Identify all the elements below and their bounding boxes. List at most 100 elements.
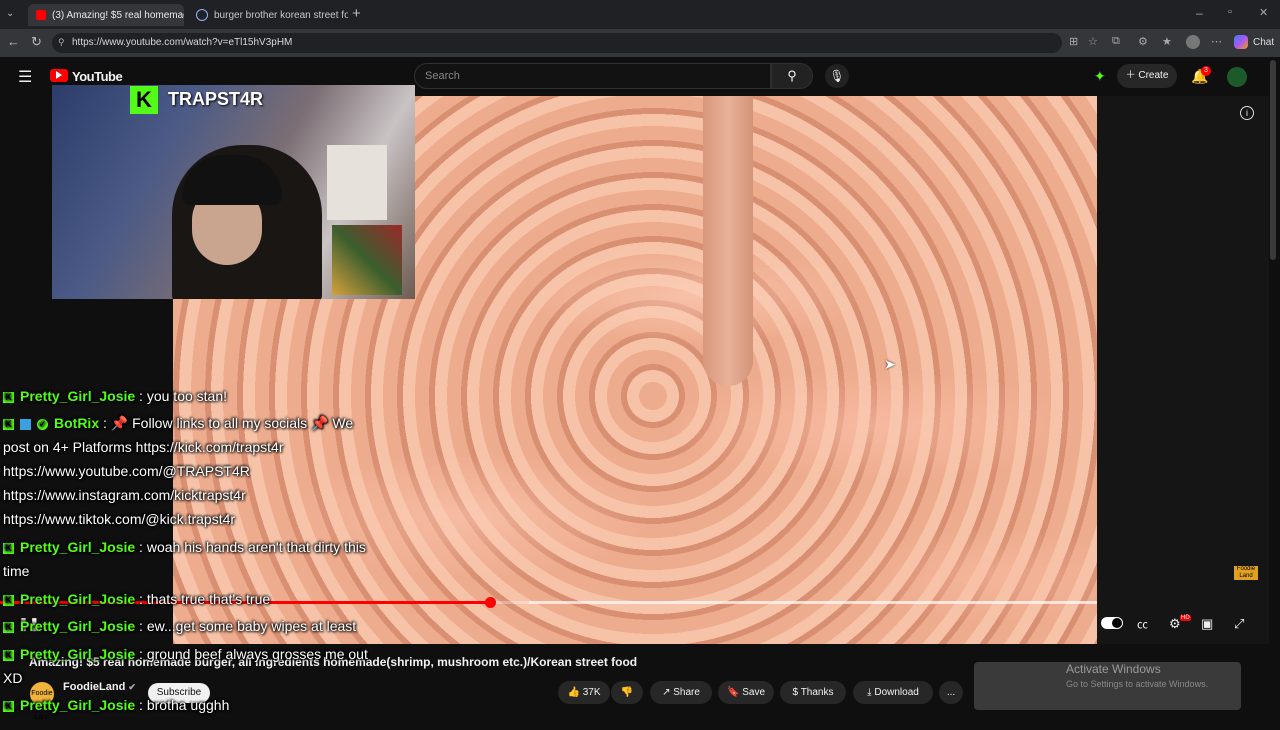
chat-message: post on 4+ Platforms https://kick.com/tr… (3, 439, 284, 455)
streamer-name: TRAPST4R (168, 89, 264, 109)
thanks-label: Thanks (800, 687, 834, 698)
search-button[interactable]: ⚲ (771, 63, 813, 89)
page-scrollbar[interactable] (1270, 60, 1276, 260)
captions-icon[interactable]: ㏄ (1137, 616, 1148, 632)
chat-separator: : (135, 697, 147, 713)
chat-username: Pretty_Girl_Josie (20, 591, 136, 607)
kick-badge-icon: K (3, 418, 14, 430)
microphone-icon: 🎙 (829, 69, 845, 83)
more-actions-button[interactable]: ... (939, 681, 963, 704)
thanks-icon: $ (792, 687, 801, 698)
activate-windows-subtitle: Go to Settings to activate Windows. (1066, 679, 1209, 689)
profile-avatar[interactable] (1186, 35, 1200, 49)
chat-username: Pretty_Girl_Josie (20, 697, 136, 713)
close-window-icon[interactable]: ✕ (1259, 6, 1268, 19)
chat-message: you too stan! (146, 388, 228, 404)
fullscreen-icon[interactable]: ⤢ (1234, 616, 1244, 632)
search-input[interactable]: Search (414, 63, 771, 89)
chat-username: Pretty_Girl_Josie (20, 646, 136, 662)
chat-line: K Pretty_Girl_Josie : thats true that's t… (3, 591, 270, 607)
download-button[interactable]: ⤓ Download (853, 681, 933, 704)
plus-icon: ＋ (1125, 70, 1139, 81)
channel-name[interactable]: FoodieLand ✔ (63, 681, 136, 693)
channel-name-label: FoodieLand (63, 681, 126, 693)
download-label: Download (874, 687, 919, 698)
chat-message: ew...get some baby wipes at least (146, 618, 357, 634)
url-field[interactable]: https://www.youtube.com/watch?v=eTl15hV3… (52, 33, 1062, 53)
chat-separator: : (135, 388, 147, 404)
search-tab-icon (196, 9, 208, 21)
hd-badge: HD (1180, 615, 1191, 621)
more-menu-icon[interactable]: ⋯ (1211, 35, 1222, 48)
save-button[interactable]: 🔖 Save (718, 681, 774, 704)
chat-username: Pretty_Girl_Josie (20, 388, 136, 404)
webcam-poster (327, 145, 387, 220)
webcam-overlay (52, 85, 415, 299)
channel-watermark[interactable]: Foodie Land (1234, 566, 1258, 580)
kick-badge-icon: K (3, 391, 14, 403)
chat-line: K Pretty_Girl_Josie : you too stan! (3, 388, 227, 404)
info-icon[interactable]: i (1240, 106, 1254, 120)
tab-search-chevron-icon[interactable]: ⌄ (6, 8, 14, 19)
hamburger-menu-icon[interactable]: ☰ (18, 67, 32, 87)
youtube-logo-text[interactable]: YouTube (72, 69, 123, 84)
favorites-icon[interactable]: ★ (1162, 35, 1172, 48)
chat-message: woah his hands aren't that dirty this (146, 539, 366, 555)
mouse-cursor-icon: ➤ (884, 356, 896, 372)
dislike-button[interactable]: 👎 (611, 681, 643, 704)
chat-message: brotha ugghh (146, 697, 230, 713)
tab-youtube-label: (3) Amazing! $5 real homemade (52, 9, 184, 21)
settings-gear-icon[interactable]: ⚙ (1169, 616, 1181, 632)
activate-windows-title: Activate Windows (1066, 662, 1161, 676)
app-icon[interactable]: ⊞ (1069, 35, 1078, 48)
create-button[interactable]: ＋ Create (1117, 64, 1177, 88)
miniplayer-icon[interactable]: ▣ (1201, 616, 1213, 632)
chat-separator: : (135, 618, 147, 634)
account-avatar[interactable] (1227, 67, 1247, 87)
chat-message: https://www.tiktok.com/@kick.trapst4r (3, 511, 236, 527)
reload-icon[interactable]: ↻ (31, 34, 42, 50)
play-triangle-icon (56, 71, 62, 79)
extensions-icon[interactable]: ⧉ (1112, 35, 1120, 48)
verified-check-icon: ✔ (128, 682, 136, 692)
create-label: Create (1138, 70, 1169, 81)
chat-message: https://www.instagram.com/kicktrapst4r (3, 487, 246, 503)
site-info-icon[interactable]: ⚲ (58, 37, 65, 48)
autoplay-toggle[interactable] (1101, 617, 1123, 629)
share-button[interactable]: ↗ Share (650, 681, 712, 704)
chat-message: https://www.youtube.com/@TRAPST4R (3, 463, 250, 479)
kick-badge-icon: K (3, 621, 14, 633)
kick-badge-icon: K (3, 700, 14, 712)
chat-message: ground beef always grosses me out (146, 646, 368, 662)
chat-separator: : (99, 415, 111, 431)
chat-button[interactable]: Chat (1253, 37, 1274, 48)
maximize-icon[interactable]: ▫ (1228, 6, 1232, 18)
bot-badge-icon (20, 418, 31, 430)
bookmark-icon: 🔖 (726, 687, 743, 698)
new-tab-button[interactable]: + (352, 5, 361, 22)
kick-badge-icon: K (3, 542, 14, 554)
chat-line: K Pretty_Girl_Josie : woah his hands aren… (3, 539, 366, 555)
chat-separator: : (135, 539, 147, 555)
chat-line: K Pretty_Girl_Josie : ground beef always … (3, 646, 368, 662)
chat-line: K Pretty_Girl_Josie : ew...get some baby … (3, 618, 356, 634)
thanks-button[interactable]: $ Thanks (780, 681, 846, 704)
minimize-icon[interactable]: – (1196, 6, 1203, 20)
tab-youtube[interactable]: (3) Amazing! $5 real homemade ✕ (28, 4, 184, 26)
copilot-icon[interactable] (1234, 35, 1248, 49)
share-icon: ↗ (662, 687, 674, 698)
search-icon: ⚲ (787, 68, 797, 83)
voice-search-button[interactable]: 🎙 (825, 64, 849, 88)
like-count: 37K (582, 687, 601, 698)
favorite-star-icon[interactable]: ☆ (1088, 35, 1098, 48)
chat-message: XD (3, 670, 23, 686)
back-icon[interactable]: ← (7, 34, 20, 49)
kick-logo-icon: K (130, 86, 158, 114)
chat-line: XD (3, 670, 22, 686)
extension-icon[interactable]: ✦ (1094, 68, 1106, 85)
tab-search[interactable]: burger brother korean street food ✕ (188, 4, 348, 26)
toggle-knob (1112, 618, 1122, 628)
tab-search-label: burger brother korean street food (214, 9, 348, 21)
split-screen-icon[interactable]: ⚙ (1138, 35, 1148, 48)
like-button[interactable]: 👍 37K (558, 681, 610, 704)
